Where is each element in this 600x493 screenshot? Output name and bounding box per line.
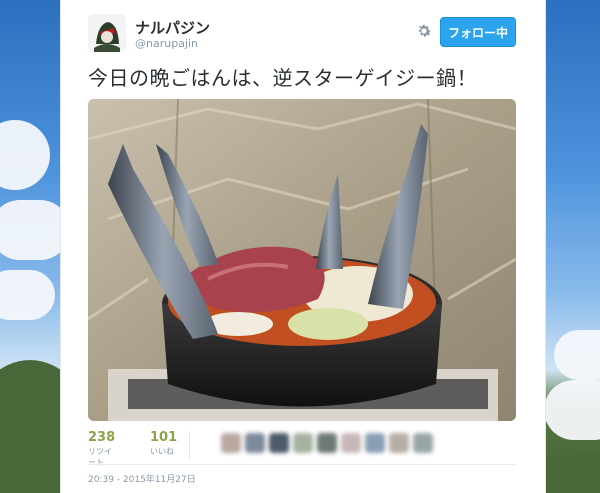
stats-divider: [189, 431, 190, 459]
like-count: 101: [150, 430, 178, 445]
liker-avatar[interactable]: [341, 433, 361, 453]
settings-gear-icon[interactable]: [415, 22, 433, 40]
following-button[interactable]: フォロー中: [440, 17, 516, 47]
retweet-count: 238: [88, 430, 116, 445]
liker-avatar[interactable]: [389, 433, 409, 453]
divider: [88, 464, 516, 465]
like-stat[interactable]: 101 いいね: [150, 430, 177, 457]
tweet-photo[interactable]: [88, 99, 516, 421]
display-name[interactable]: ナルパジン: [135, 17, 210, 38]
liker-avatar[interactable]: [269, 433, 289, 453]
background-right: [544, 0, 600, 493]
liker-avatar[interactable]: [413, 433, 433, 453]
liker-avatar[interactable]: [245, 433, 265, 453]
background-left: [0, 0, 60, 493]
retweet-stat[interactable]: 238 リツイート: [88, 430, 115, 468]
user-handle[interactable]: @narupajin: [135, 37, 198, 50]
liker-avatar[interactable]: [221, 433, 241, 453]
like-label: いいね: [150, 447, 174, 456]
tweet-timestamp[interactable]: 20:39 - 2015年11月27日: [88, 472, 196, 485]
tweet-text: 今日の晩ごはんは、逆スターゲイジー鍋！: [88, 66, 478, 90]
liker-avatar[interactable]: [293, 433, 313, 453]
tweet-card: ナルパジン @narupajin フォロー中 今日の晩ごはんは、逆スターゲイジー…: [60, 0, 546, 493]
liker-avatar[interactable]: [317, 433, 337, 453]
liker-avatar[interactable]: [365, 433, 385, 453]
avatar[interactable]: [88, 14, 126, 52]
stargazy-hotpot-photo: [88, 99, 516, 421]
